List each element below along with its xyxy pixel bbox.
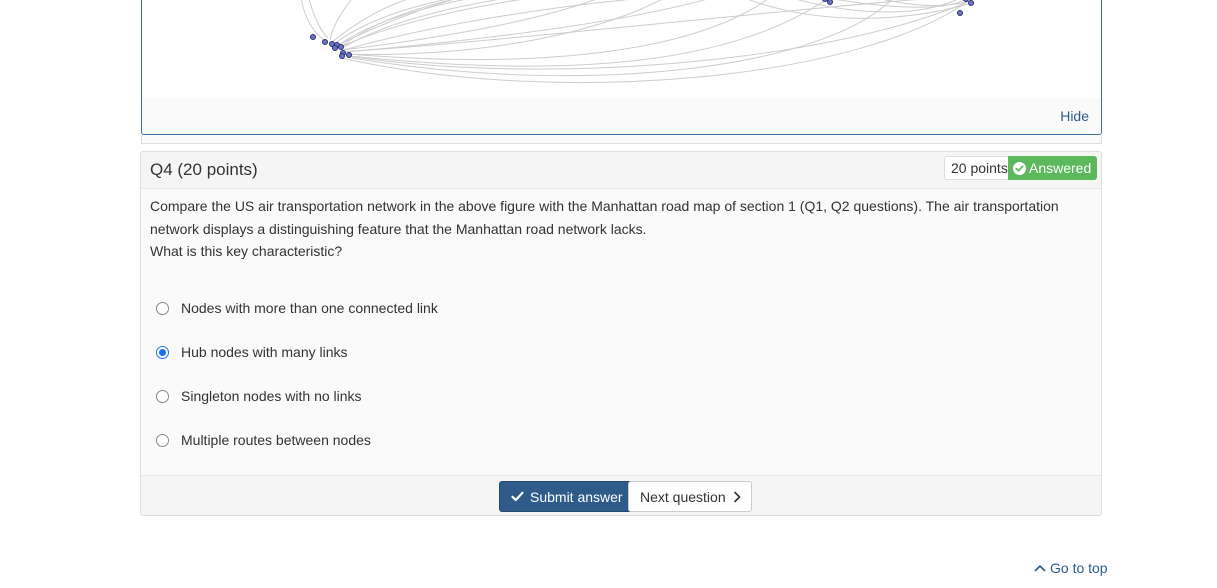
panel-bottom-bar: [141, 135, 1102, 144]
points-badge: 20 points: [944, 156, 1014, 180]
question-header: Q4 (20 points) 20 points Answered: [141, 152, 1101, 189]
answered-status-badge: Answered: [1008, 156, 1098, 180]
radio-button[interactable]: [156, 433, 169, 447]
answer-option-1[interactable]: Nodes with more than one connected link: [156, 298, 438, 318]
network-node: [332, 45, 338, 51]
check-icon: [511, 491, 524, 502]
network-edges: [301, 0, 973, 84]
question-title: Q4 (20 points): [150, 160, 258, 179]
answer-option-label: Singleton nodes with no links: [181, 388, 362, 404]
answer-option-2[interactable]: Hub nodes with many links: [156, 342, 348, 362]
radio-button[interactable]: [156, 301, 169, 315]
network-node: [346, 52, 352, 58]
question-prompt-text: Compare the US air transportation networ…: [150, 198, 1059, 237]
radio-button[interactable]: [156, 389, 169, 403]
air-network-graph: [301, 0, 974, 84]
submit-answer-button[interactable]: Submit answer: [499, 481, 634, 512]
hide-figure-link[interactable]: Hide: [1060, 108, 1089, 124]
answer-option-3[interactable]: Singleton nodes with no links: [156, 386, 362, 406]
chevron-up-icon: [1034, 565, 1046, 572]
network-node: [322, 39, 328, 45]
network-node: [957, 10, 963, 16]
go-to-top-label: Go to top: [1050, 560, 1108, 576]
network-figure-panel: Hide: [141, 0, 1102, 135]
network-node: [968, 0, 974, 6]
go-to-top-link[interactable]: Go to top: [1034, 560, 1108, 576]
next-question-button[interactable]: Next question: [628, 481, 752, 512]
question-prompt-question: What is this key characteristic?: [150, 243, 343, 259]
answer-option-label: Multiple routes between nodes: [181, 432, 371, 448]
check-circle-icon: [1013, 161, 1026, 175]
next-question-label: Next question: [640, 488, 726, 505]
network-figure: [142, 0, 1101, 98]
question-footer: Submit answer Next question: [141, 475, 1101, 515]
network-node: [822, 0, 828, 2]
network-node: [827, 0, 833, 5]
network-node: [310, 34, 316, 40]
submit-answer-label: Submit answer: [530, 488, 623, 505]
answer-option-label: Hub nodes with many links: [181, 344, 348, 360]
figure-footer: Hide: [142, 98, 1101, 134]
answer-option-label: Nodes with more than one connected link: [181, 300, 438, 316]
network-node: [338, 44, 344, 50]
chevron-right-icon: [733, 491, 740, 502]
answer-option-4[interactable]: Multiple routes between nodes: [156, 430, 371, 450]
question-card: Q4 (20 points) 20 points Answered Compar…: [140, 151, 1102, 516]
network-node: [963, 0, 969, 2]
answered-status-label: Answered: [1029, 160, 1092, 176]
network-node: [339, 53, 345, 59]
radio-button-selected[interactable]: [156, 345, 169, 359]
question-prompt: Compare the US air transportation networ…: [150, 195, 1090, 263]
